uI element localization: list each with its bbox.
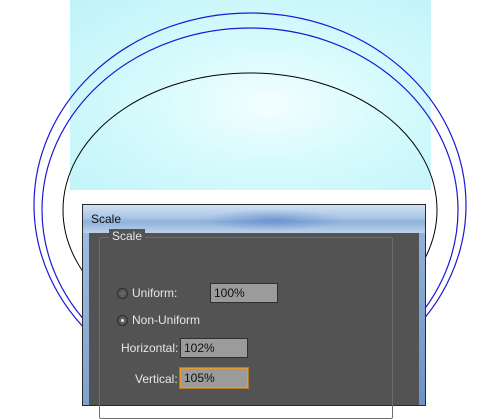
scale-group-box	[99, 237, 393, 419]
vertical-label: Vertical:	[135, 372, 178, 386]
uniform-label[interactable]: Uniform:	[132, 286, 177, 300]
vertical-field[interactable]: 105%	[180, 368, 248, 388]
horizontal-field[interactable]: 102%	[180, 338, 248, 358]
dialog-title: Scale	[91, 212, 122, 226]
scale-dialog: Scale Scale Uniform: 100% Non-Uniform Ho…	[82, 204, 426, 419]
non-uniform-label[interactable]: Non-Uniform	[132, 313, 200, 327]
non-uniform-radio[interactable]	[117, 315, 128, 326]
uniform-field[interactable]: 100%	[210, 283, 278, 303]
uniform-radio[interactable]	[117, 288, 128, 299]
horizontal-label: Horizontal:	[121, 341, 179, 355]
scale-group-label: Scale	[109, 229, 146, 243]
dialog-frame-right	[419, 233, 425, 405]
